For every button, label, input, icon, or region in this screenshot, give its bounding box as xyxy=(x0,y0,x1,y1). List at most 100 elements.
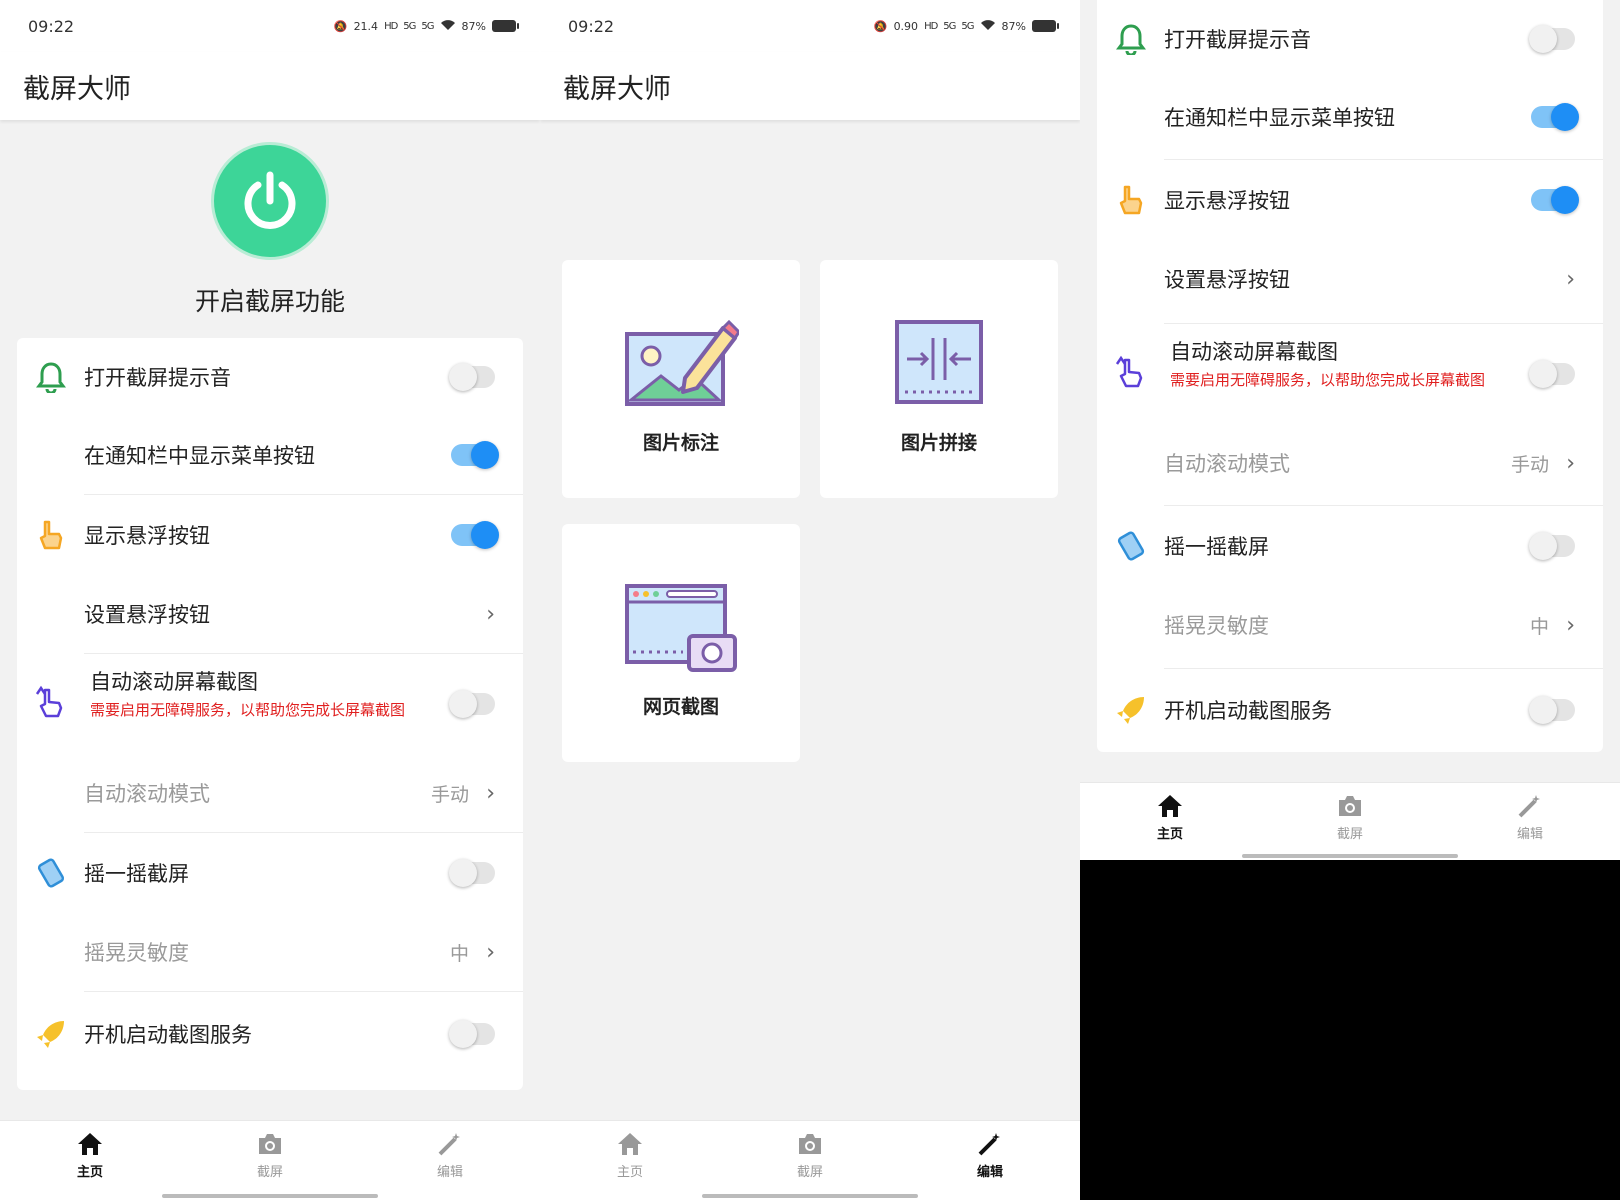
setting-row-shake[interactable]: 摇一摇截屏 xyxy=(17,833,523,913)
setting-value: 手动 xyxy=(430,783,469,806)
auto-scroll-toggle[interactable] xyxy=(449,690,495,718)
power-section: 开启截屏功能 xyxy=(0,120,540,320)
setting-label: 显示悬浮按钮 xyxy=(1164,189,1290,213)
setting-label: 显示悬浮按钮 xyxy=(84,524,210,548)
home-screen: 09:22 🔕 21.4 HD 5G 5G 87% 截屏大师 开启截屏功能 打开… xyxy=(0,0,540,1200)
setting-row-sound[interactable]: 打开截屏提示音 xyxy=(1097,0,1603,78)
tab-edit[interactable]: 编辑 xyxy=(1440,783,1620,860)
setting-label: 设置悬浮按钮 xyxy=(84,603,210,627)
battery-percent: 87% xyxy=(461,19,486,33)
scroll-hand-icon xyxy=(1113,354,1149,390)
setting-row-sound[interactable]: 打开截屏提示音 xyxy=(17,338,523,416)
status-icons: 🔕 21.4 HD 5G 5G 87% xyxy=(333,19,519,34)
tab-home[interactable]: 主页 xyxy=(1080,783,1260,860)
setting-row-boot[interactable]: 开机启动截图服务 xyxy=(1097,669,1603,751)
signal-icon: 5G xyxy=(403,20,416,32)
magic-wand-icon xyxy=(438,1133,460,1156)
rocket-icon xyxy=(1113,692,1149,728)
chevron-right-icon: › xyxy=(1566,266,1575,292)
image-stitch-icon xyxy=(895,320,983,404)
settings-card: 打开截屏提示音 在通知栏中显示菜单按钮 显示悬浮按钮 设置悬浮按钮 › 自动滚动… xyxy=(17,338,523,1090)
auto-scroll-toggle[interactable] xyxy=(1529,360,1575,388)
mute-icon: 🔕 xyxy=(873,19,888,33)
bottom-tab-bar: 主页 截屏 编辑 xyxy=(0,1120,540,1200)
setting-value: 中 xyxy=(1529,615,1549,638)
home-icon xyxy=(618,1133,642,1155)
boot-toggle[interactable] xyxy=(449,1020,495,1048)
camera-icon xyxy=(259,1134,281,1154)
tool-webpage-card[interactable]: 网页截图 xyxy=(562,524,800,762)
tool-stitch-card[interactable]: 图片拼接 xyxy=(820,260,1058,498)
sound-toggle[interactable] xyxy=(1529,25,1575,53)
setting-label: 在通知栏中显示菜单按钮 xyxy=(1164,106,1395,130)
setting-row-notify-menu[interactable]: 在通知栏中显示菜单按钮 xyxy=(17,416,523,494)
setting-label: 摇一摇截屏 xyxy=(1164,535,1269,559)
notify-menu-toggle[interactable] xyxy=(451,441,499,469)
setting-hint: 需要启用无障碍服务，以帮助您完成长屏幕截图 xyxy=(1170,371,1486,389)
tab-label: 截屏 xyxy=(796,1165,823,1180)
power-button[interactable] xyxy=(211,142,329,260)
setting-row-float-set[interactable]: 设置悬浮按钮 › xyxy=(1097,240,1603,318)
setting-row-shake-sensitivity[interactable]: 摇晃灵敏度 中 › xyxy=(17,913,523,991)
camera-icon xyxy=(1339,796,1361,816)
rocket-icon xyxy=(33,1016,69,1052)
home-icon xyxy=(78,1133,102,1155)
chevron-right-icon: › xyxy=(1566,450,1575,476)
float-show-toggle[interactable] xyxy=(451,521,499,549)
camera-icon xyxy=(799,1134,821,1154)
app-bar: 截屏大师 xyxy=(0,52,540,120)
home-icon xyxy=(1158,795,1182,817)
setting-row-float-show[interactable]: 显示悬浮按钮 xyxy=(1097,160,1603,240)
shake-toggle[interactable] xyxy=(449,859,495,887)
tab-label: 截屏 xyxy=(256,1165,283,1180)
tab-capture[interactable]: 截屏 xyxy=(180,1121,360,1200)
setting-label: 开机启动截图服务 xyxy=(84,1023,252,1047)
tab-capture[interactable]: 截屏 xyxy=(1260,783,1440,860)
mute-icon: 🔕 xyxy=(333,19,348,33)
signal-icon: 5G xyxy=(943,20,956,32)
wifi-icon xyxy=(980,19,996,34)
setting-row-auto-scroll[interactable]: 自动滚动屏幕截图 需要启用无障碍服务，以帮助您完成长屏幕截图 xyxy=(1097,324,1603,424)
tool-label: 图片标注 xyxy=(642,432,719,454)
tab-edit[interactable]: 编辑 xyxy=(900,1121,1080,1200)
shake-toggle[interactable] xyxy=(1529,532,1575,560)
notify-menu-toggle[interactable] xyxy=(1531,103,1579,131)
tool-annotate-card[interactable]: 图片标注 xyxy=(562,260,800,498)
setting-row-scroll-mode[interactable]: 自动滚动模式 手动 › xyxy=(17,754,523,832)
setting-row-float-show[interactable]: 显示悬浮按钮 xyxy=(17,495,523,575)
setting-row-notify-menu[interactable]: 在通知栏中显示菜单按钮 xyxy=(1097,78,1603,156)
status-time: 09:22 xyxy=(28,16,75,36)
tab-home[interactable]: 主页 xyxy=(540,1121,720,1200)
edit-screen: 09:22 🔕 0.90 HD 5G 5G 87% 截屏大师 图片标注 图片拼接… xyxy=(540,0,1080,1200)
boot-toggle[interactable] xyxy=(1529,696,1575,724)
app-bar: 截屏大师 xyxy=(540,52,1080,120)
home-indicator xyxy=(162,1194,378,1198)
chevron-right-icon: › xyxy=(486,939,495,965)
shake-phone-icon xyxy=(33,855,69,891)
hd-icon: HD xyxy=(924,20,938,32)
setting-row-auto-scroll[interactable]: 自动滚动屏幕截图 需要启用无障碍服务，以帮助您完成长屏幕截图 xyxy=(17,654,523,754)
hd-icon: HD xyxy=(384,20,398,32)
tab-capture[interactable]: 截屏 xyxy=(720,1121,900,1200)
setting-row-shake[interactable]: 摇一摇截屏 xyxy=(1097,506,1603,586)
tab-home[interactable]: 主页 xyxy=(0,1121,180,1200)
sound-toggle[interactable] xyxy=(449,363,495,391)
hand-pointer-icon xyxy=(33,517,69,553)
setting-row-shake-sensitivity[interactable]: 摇晃灵敏度 中 › xyxy=(1097,586,1603,664)
bell-icon xyxy=(1113,21,1149,57)
tool-label: 图片拼接 xyxy=(900,432,977,454)
setting-row-float-set[interactable]: 设置悬浮按钮 › xyxy=(17,575,523,653)
tab-label: 主页 xyxy=(76,1165,103,1180)
power-icon xyxy=(244,171,296,229)
net-speed: 0.90 xyxy=(893,19,919,33)
float-show-toggle[interactable] xyxy=(1531,186,1579,214)
home-indicator xyxy=(702,1194,918,1198)
setting-label: 打开截屏提示音 xyxy=(1164,28,1311,52)
setting-row-scroll-mode[interactable]: 自动滚动模式 手动 › xyxy=(1097,424,1603,502)
status-bar: 09:22 🔕 0.90 HD 5G 5G 87% xyxy=(540,0,1080,52)
setting-label: 开机启动截图服务 xyxy=(1164,699,1332,723)
setting-label: 自动滚动模式 xyxy=(84,782,210,806)
tab-edit[interactable]: 编辑 xyxy=(360,1121,540,1200)
setting-row-boot[interactable]: 开机启动截图服务 xyxy=(17,992,523,1076)
chevron-right-icon: › xyxy=(486,780,495,806)
